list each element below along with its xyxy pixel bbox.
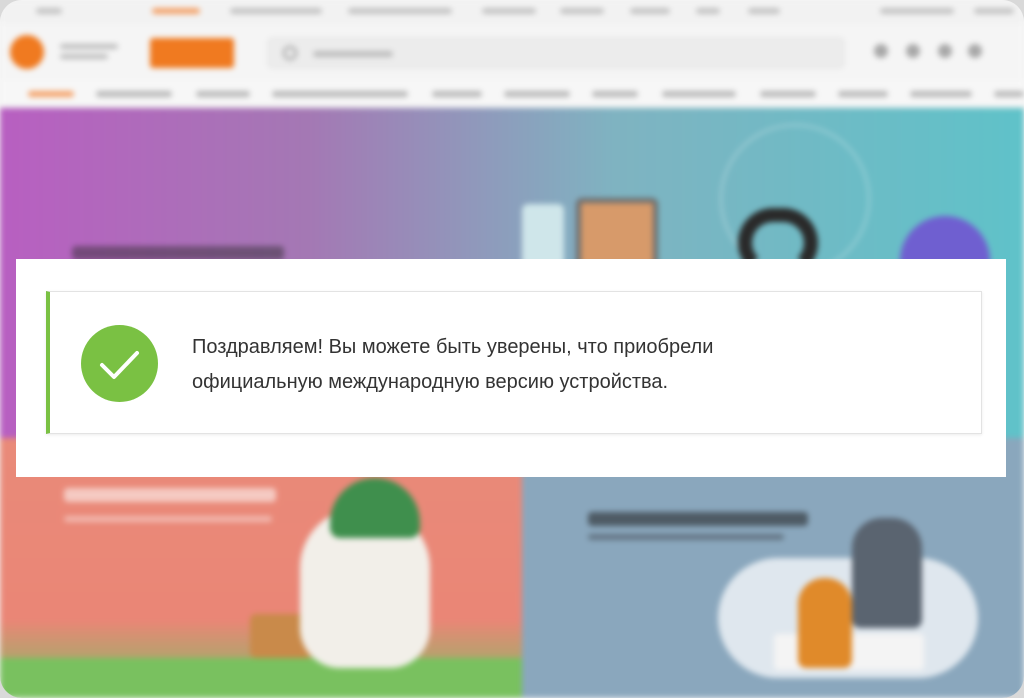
topbar-phone	[880, 8, 954, 14]
mascot-hat-illustration	[330, 478, 420, 538]
nav-item[interactable]	[96, 91, 172, 97]
promo-banner-delivery[interactable]	[0, 438, 522, 698]
user-icon[interactable]	[906, 44, 920, 58]
nav-item[interactable]	[760, 91, 816, 97]
nav-item[interactable]	[592, 91, 638, 97]
checkmark-icon	[100, 351, 139, 379]
topbar-link	[152, 8, 200, 14]
nav-item[interactable]	[994, 91, 1024, 97]
catalog-button[interactable]	[150, 38, 234, 68]
person-illustration	[852, 518, 922, 628]
nav-item[interactable]	[662, 91, 736, 97]
topbar-link	[348, 8, 452, 14]
success-message-line: официальную международную версию устройс…	[192, 371, 669, 393]
success-message-line: Поздравляем! Вы можете быть уверены, что…	[192, 336, 714, 358]
nav-item[interactable]	[196, 91, 250, 97]
nav-item[interactable]	[432, 91, 482, 97]
search-icon	[283, 46, 297, 60]
check-circle-icon	[81, 325, 158, 402]
search-input[interactable]	[268, 38, 844, 68]
topbar-link	[482, 8, 536, 14]
promo-subtitle	[588, 534, 784, 540]
topbar-link	[696, 8, 720, 14]
location-icon[interactable]	[874, 44, 888, 58]
nav-item[interactable]	[504, 91, 570, 97]
search-placeholder	[313, 51, 393, 57]
person-illustration	[798, 578, 852, 668]
logo-caption	[60, 54, 108, 59]
logo-caption	[60, 44, 118, 49]
browser-viewport: Поздравляем! Вы можете быть уверены, что…	[0, 0, 1024, 698]
promo-banner-payment[interactable]	[522, 438, 1024, 698]
success-alert: Поздравляем! Вы можете быть уверены, что…	[46, 291, 982, 434]
top-info-bar	[0, 0, 1024, 24]
topbar-link	[748, 8, 780, 14]
nav-item[interactable]	[272, 91, 408, 97]
topbar-link	[230, 8, 322, 14]
brand-logo-icon	[10, 35, 44, 69]
nav-item[interactable]	[838, 91, 888, 97]
topbar-link	[36, 8, 62, 14]
favorites-icon[interactable]	[938, 44, 952, 58]
promo-subtitle	[64, 516, 272, 522]
site-header	[0, 24, 1024, 80]
success-message: Поздравляем! Вы можете быть уверены, что…	[192, 330, 892, 400]
promo-title	[64, 488, 276, 502]
cart-icon[interactable]	[968, 44, 982, 58]
hero-title	[72, 246, 284, 260]
nav-item[interactable]	[28, 91, 74, 97]
topbar-link	[974, 8, 1014, 14]
decorative-grass	[0, 658, 522, 698]
nav-item[interactable]	[910, 91, 972, 97]
promo-title	[588, 512, 808, 526]
verification-result-modal: Поздравляем! Вы можете быть уверены, что…	[16, 259, 1006, 477]
category-nav	[0, 80, 1024, 108]
topbar-link	[630, 8, 670, 14]
topbar-link	[560, 8, 604, 14]
